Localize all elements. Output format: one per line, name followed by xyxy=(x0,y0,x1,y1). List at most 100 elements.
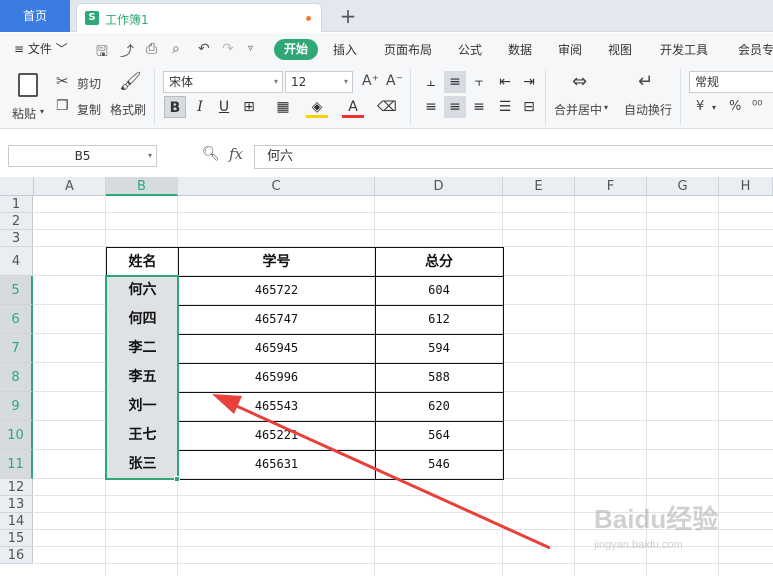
row-header-6[interactable]: 6 xyxy=(0,305,33,334)
insert-function-button[interactable]: fx xyxy=(229,145,243,163)
column-header-e[interactable]: E xyxy=(503,177,575,196)
header-cell-name[interactable]: 姓名 xyxy=(106,247,179,277)
align-middle-icon[interactable]: ≡ xyxy=(444,71,466,93)
align-left-icon[interactable]: ≡ xyxy=(420,96,442,118)
name-cell[interactable]: 李二 xyxy=(106,334,179,364)
name-box[interactable]: B5 ▾ xyxy=(8,145,157,167)
ribbon-tab-view[interactable]: 视图 xyxy=(608,41,632,58)
column-header-d[interactable]: D xyxy=(375,177,503,196)
export-icon[interactable]: ⤴ xyxy=(120,41,134,61)
name-cell[interactable]: 何六 xyxy=(106,276,179,306)
align-top-icon[interactable]: ⫠ xyxy=(420,71,442,93)
ribbon-tab-member[interactable]: 会员专 xyxy=(738,41,773,58)
select-all-corner[interactable] xyxy=(0,177,34,196)
currency-button[interactable]: ¥ xyxy=(696,99,704,114)
wrap-text-button[interactable]: 自动换行 xyxy=(624,101,672,118)
ribbon-tab-data[interactable]: 数据 xyxy=(508,41,532,58)
align-right-icon[interactable]: ≡ xyxy=(468,96,490,118)
name-cell[interactable]: 何四 xyxy=(106,305,179,335)
indent-decrease-icon[interactable]: ⇤ xyxy=(494,71,516,93)
format-painter-icon[interactable]: 🖌 xyxy=(119,71,142,92)
undo-icon[interactable]: ↶ xyxy=(198,41,210,57)
paste-button[interactable]: 粘贴 ▾ xyxy=(10,69,48,125)
column-header-b[interactable]: B xyxy=(106,177,178,196)
row-header-15[interactable]: 15 xyxy=(0,530,33,547)
row-header-8[interactable]: 8 xyxy=(0,363,33,392)
ribbon-tab-formulas[interactable]: 公式 xyxy=(458,41,482,58)
row-header-1[interactable]: 1 xyxy=(0,196,33,213)
row-header-16[interactable]: 16 xyxy=(0,547,33,564)
row-header-11[interactable]: 11 xyxy=(0,450,33,479)
align-bottom-icon[interactable]: ⫟ xyxy=(468,71,490,93)
ribbon-tab-start[interactable]: 开始 xyxy=(274,39,318,60)
row-header-9[interactable]: 9 xyxy=(0,392,33,421)
ribbon-tab-page-layout[interactable]: 页面布局 xyxy=(384,41,432,58)
new-tab-button[interactable]: + xyxy=(337,3,359,29)
ribbon-tab-review[interactable]: 审阅 xyxy=(558,41,582,58)
number-format-select[interactable]: 常规 xyxy=(689,71,773,93)
spreadsheet-grid[interactable]: ABCDEFGH 1 2 3 4 5 6 7 8 9 10 11 12 13 14 15 16 姓名 学号 总分何… xyxy=(0,177,773,576)
zoom-icon[interactable]: 🔍︎ xyxy=(202,146,220,162)
row-header-3[interactable]: 3 xyxy=(0,230,33,247)
id-cell[interactable]: 465747 xyxy=(178,305,376,335)
font-size-select[interactable]: 12 ▾ xyxy=(285,71,353,93)
scissors-icon[interactable]: ✂ xyxy=(56,72,69,90)
font-name-select[interactable]: 宋体 ▾ xyxy=(163,71,283,93)
fill-handle[interactable] xyxy=(174,476,180,482)
fill-pattern-icon[interactable]: ▦ xyxy=(272,96,294,118)
menu-file[interactable]: ≡ 文件 ﹀ xyxy=(14,40,68,57)
merge-center-button[interactable]: 合并居中 xyxy=(554,101,602,118)
percent-button[interactable]: % xyxy=(729,99,741,114)
name-cell[interactable]: 李五 xyxy=(106,363,179,393)
id-cell[interactable]: 465996 xyxy=(178,363,376,393)
row-header-7[interactable]: 7 xyxy=(0,334,33,363)
copy-button[interactable]: 复制 xyxy=(77,101,101,118)
ribbon-tab-insert[interactable]: 插入 xyxy=(333,41,357,58)
fill-color-icon[interactable]: ◈ xyxy=(306,96,328,118)
merge-center-icon[interactable]: ⇔ xyxy=(572,71,587,92)
name-cell[interactable]: 刘一 xyxy=(106,392,179,422)
score-cell[interactable]: 588 xyxy=(375,363,504,393)
indent-increase-icon[interactable]: ⇥ xyxy=(518,71,540,93)
row-header-4[interactable]: 4 xyxy=(0,247,33,276)
tab-workbook[interactable]: S 工作簿1 xyxy=(76,3,322,32)
id-cell[interactable]: 465543 xyxy=(178,392,376,422)
score-cell[interactable]: 620 xyxy=(375,392,504,422)
id-cell[interactable]: 465221 xyxy=(178,421,376,451)
redo-icon[interactable]: ↷ xyxy=(222,41,234,57)
row-header-5[interactable]: 5 xyxy=(0,276,33,305)
score-cell[interactable]: 604 xyxy=(375,276,504,306)
column-header-g[interactable]: G xyxy=(647,177,719,196)
distributed-icon[interactable]: ⊟ xyxy=(518,96,540,118)
row-header-2[interactable]: 2 xyxy=(0,213,33,230)
quick-access-more-icon[interactable]: ▿ xyxy=(248,43,253,54)
font-color-icon[interactable]: A xyxy=(342,96,364,118)
clear-format-icon[interactable]: ⌫ xyxy=(376,96,398,118)
column-header-a[interactable]: A xyxy=(34,177,106,196)
formula-input[interactable]: 何六 xyxy=(254,145,773,169)
format-painter-button[interactable]: 格式刷 xyxy=(110,101,146,118)
justify-icon[interactable]: ☰ xyxy=(494,96,516,118)
column-header-c[interactable]: C xyxy=(178,177,375,196)
border-icon[interactable]: ⊞ xyxy=(238,96,260,118)
score-cell[interactable]: 594 xyxy=(375,334,504,364)
column-header-h[interactable]: H xyxy=(719,177,773,196)
header-cell-score[interactable]: 总分 xyxy=(375,247,504,277)
font-grow-button[interactable]: A⁺ xyxy=(362,73,379,89)
id-cell[interactable]: 465722 xyxy=(178,276,376,306)
id-cell[interactable]: 465945 xyxy=(178,334,376,364)
wrap-text-icon[interactable]: ↵ xyxy=(638,71,653,92)
row-header-14[interactable]: 14 xyxy=(0,513,33,530)
row-header-12[interactable]: 12 xyxy=(0,479,33,496)
align-center-icon[interactable]: ≡ xyxy=(444,96,466,118)
tab-home[interactable]: 首页 xyxy=(0,0,70,32)
italic-button[interactable]: I xyxy=(189,96,211,118)
underline-button[interactable]: U xyxy=(213,96,235,118)
bold-button[interactable]: B xyxy=(164,96,186,118)
print-preview-icon[interactable]: ⌕ xyxy=(172,41,180,57)
save-icon[interactable]: 🖫 xyxy=(96,41,108,65)
name-cell[interactable]: 张三 xyxy=(106,450,179,480)
column-header-f[interactable]: F xyxy=(575,177,647,196)
ribbon-tab-developer[interactable]: 开发工具 xyxy=(660,41,708,58)
name-cell[interactable]: 王七 xyxy=(106,421,179,451)
